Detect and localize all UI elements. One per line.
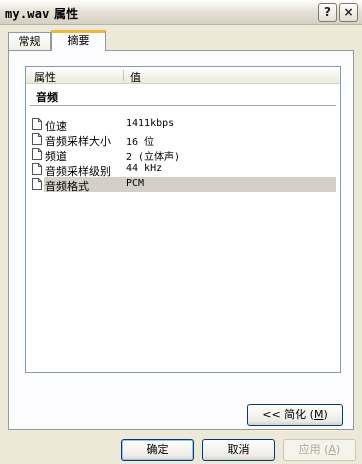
accel-open: ( [306, 408, 314, 421]
list-item[interactable]: 位速 1411kbps [30, 117, 336, 133]
property-name: 音频格式 [45, 180, 89, 193]
close-icon[interactable]: × [339, 3, 358, 22]
document-icon [32, 133, 42, 145]
ok-button[interactable]: 确定 [121, 439, 194, 461]
help-icon[interactable]: ? [318, 3, 337, 22]
list-header: 属性 值 [26, 67, 340, 84]
column-divider[interactable] [123, 70, 124, 81]
property-list[interactable]: 属性 值 音频 位速 1411kbps 音频采样大小 16 位 频道 2 (立体… [25, 66, 341, 373]
column-header-property[interactable]: 属性 [34, 69, 56, 85]
property-value: 16 位 [126, 137, 155, 148]
cancel-button[interactable]: 取消 [202, 439, 275, 461]
document-icon [32, 163, 42, 175]
property-value: 44 kHz [126, 163, 163, 174]
document-icon [32, 118, 42, 130]
document-icon [32, 178, 42, 190]
column-header-value[interactable]: 值 [130, 69, 141, 85]
title-filename: my.wav [5, 7, 50, 21]
accel-key: A [328, 443, 337, 456]
apply-button[interactable]: 应用 (A) [283, 439, 356, 461]
title-suffix: 属性 [53, 7, 79, 21]
accel-close: ) [323, 408, 328, 421]
simple-button-label: << 简化 [262, 408, 307, 421]
title-bar: my.wav 属性 ? × [0, 0, 362, 25]
document-icon [32, 148, 42, 160]
tab-summary[interactable]: 摘要 [51, 30, 106, 51]
apply-label: 应用 [298, 443, 321, 456]
list-item-selected[interactable]: 音频格式 PCM [30, 177, 336, 193]
property-value: 1411kbps [126, 118, 175, 129]
group-divider [30, 105, 336, 106]
tab-panel-summary: 属性 值 音频 位速 1411kbps 音频采样大小 16 位 频道 2 (立体… [8, 50, 354, 430]
property-value: 2 (立体声) [126, 152, 181, 163]
property-value: PCM [126, 178, 145, 189]
accel-close: ) [336, 443, 341, 456]
tab-general[interactable]: 常规 [8, 32, 51, 51]
group-label-audio: 音频 [36, 91, 58, 104]
simple-view-button[interactable]: << 简化 (M) [247, 404, 343, 426]
list-item[interactable]: 频道 2 (立体声) [30, 147, 336, 163]
list-item[interactable]: 音频采样大小 16 位 [30, 132, 336, 148]
window-title: my.wav 属性 [5, 5, 78, 22]
list-item[interactable]: 音频采样级别 44 kHz [30, 162, 336, 178]
